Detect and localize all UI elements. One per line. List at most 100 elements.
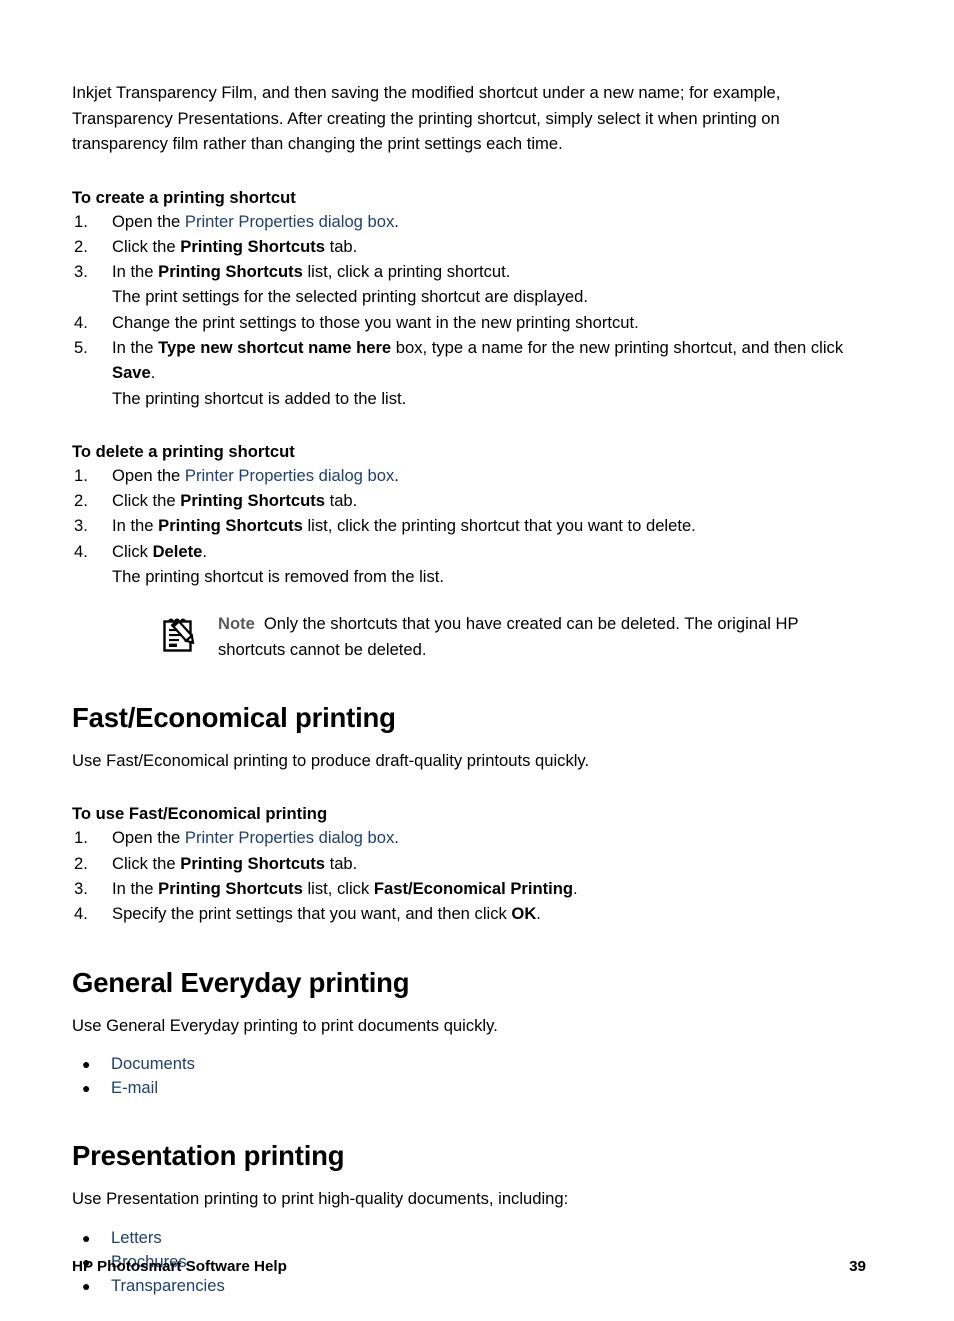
step-text: . [394, 465, 399, 485]
step-text: . [536, 904, 541, 924]
list-item: ● Transparencies [72, 1274, 866, 1298]
step-text: Open the [112, 828, 185, 848]
note-pad-pencil-icon [160, 613, 202, 655]
bold-term: Printing Shortcuts [158, 516, 303, 536]
intro-paragraph: Inkjet Transparency Film, and then savin… [72, 83, 781, 153]
list-item: ● Letters [72, 1226, 866, 1250]
delete-shortcut-heading: To delete a printing shortcut [72, 441, 295, 461]
step-number: 4. [74, 312, 88, 332]
bold-term: Printing Shortcuts [158, 262, 303, 282]
step-text: tab. [324, 236, 358, 256]
step-item: 3. In the Printing Shortcuts list, click … [72, 259, 866, 310]
step-text: Click [112, 541, 153, 561]
step-item: 4. Click Delete. The printing shortcut is … [72, 539, 866, 590]
bold-term: Printing Shortcuts [180, 491, 325, 511]
cross-reference-link[interactable]: Documents [111, 1054, 195, 1073]
step-item: 1. Open the Printer Properties dialog box… [72, 825, 866, 850]
step-item: 3. In the Printing Shortcuts list, click … [72, 513, 866, 538]
cross-reference-link[interactable]: Letters [111, 1228, 162, 1247]
list-item: ● E-mail [72, 1076, 866, 1100]
delete-shortcut-steps: 1. Open the Printer Properties dialog box… [72, 463, 866, 589]
step-text: Change the print settings to those you w… [112, 312, 639, 332]
step-item: 4. Specify the print settings that you wa… [72, 901, 866, 926]
note-text-wrapper: Note Only the shortcuts that you have cre… [218, 611, 866, 662]
cross-reference-link[interactable]: Printer Properties dialog box [185, 466, 394, 485]
general-everyday-intro: Use General Everyday printing to print d… [72, 1015, 498, 1035]
step-item: 2. Click the Printing Shortcuts tab. [72, 851, 866, 876]
step-result-text: The printing shortcut is added to the li… [112, 388, 407, 408]
page-footer: HP Photosmart Software Help 39 [72, 1258, 866, 1275]
footer-title: HP Photosmart Software Help [72, 1258, 287, 1275]
general-everyday-links: ● Documents ● E-mail [72, 1052, 866, 1100]
step-result-text: The printing shortcut is removed from th… [112, 567, 445, 587]
step-text: Click the [112, 853, 181, 873]
step-text: . [150, 363, 156, 383]
step-item: 2. Click the Printing Shortcuts tab. [72, 234, 866, 259]
bullet-icon: ● [82, 1080, 91, 1097]
create-shortcut-steps: 1. Open the Printer Properties dialog box… [72, 209, 866, 411]
step-text: . [394, 828, 399, 848]
note-label: Note [218, 614, 255, 634]
page-content: Inkjet Transparency Film, and then savin… [72, 80, 866, 1298]
fast-economical-steps: 1. Open the Printer Properties dialog box… [72, 825, 866, 926]
cross-reference-link[interactable]: Transparencies [111, 1276, 225, 1295]
bold-term: Type new shortcut name here [158, 337, 392, 357]
step-number: 4. [74, 904, 88, 924]
step-number: 3. [74, 879, 88, 899]
bold-term: Printing Shortcuts [180, 236, 325, 256]
bold-term: Delete [152, 541, 203, 561]
step-number: 1. [74, 211, 88, 231]
step-number: 3. [74, 262, 88, 282]
step-item: 3. In the Printing Shortcuts list, click … [72, 876, 866, 901]
presentation-intro: Use Presentation printing to print high-… [72, 1189, 569, 1209]
step-text: Click the [112, 236, 181, 256]
step-text: In the [112, 516, 159, 536]
bold-term: Fast/Economical Printing [373, 879, 574, 899]
step-text: Specify the print settings that you want… [112, 904, 512, 924]
step-item: 5. In the Type new shortcut name here box… [72, 335, 866, 411]
bullet-icon: ● [82, 1229, 91, 1246]
bold-term: Save [112, 363, 151, 383]
step-text: Open the [112, 465, 185, 485]
bullet-icon: ● [82, 1277, 91, 1294]
step-number: 1. [74, 828, 88, 848]
step-text: tab. [324, 491, 358, 511]
fast-economical-intro: Use Fast/Economical printing to produce … [72, 750, 590, 770]
step-text: In the [112, 879, 159, 899]
step-text: list, click [302, 879, 374, 899]
step-text: Open the [112, 211, 185, 231]
cross-reference-link[interactable]: E-mail [111, 1078, 158, 1097]
step-result-text: The print settings for the selected prin… [112, 287, 588, 307]
list-item: ● Documents [72, 1052, 866, 1076]
step-text: . [202, 541, 207, 561]
step-text: tab. [324, 853, 358, 873]
step-item: 2. Click the Printing Shortcuts tab. [72, 488, 866, 513]
step-number: 4. [74, 541, 88, 561]
bold-term: Printing Shortcuts [180, 853, 325, 873]
step-number: 2. [74, 491, 88, 511]
step-item: 1. Open the Printer Properties dialog box… [72, 463, 866, 488]
step-number: 3. [74, 516, 88, 536]
step-text: . [573, 879, 578, 899]
bullet-icon: ● [82, 1056, 91, 1073]
step-item: 1. Open the Printer Properties dialog box… [72, 209, 866, 234]
fast-economical-subheading: To use Fast/Economical printing [72, 804, 328, 824]
step-number: 5. [74, 337, 88, 357]
document-page: Inkjet Transparency Film, and then savin… [0, 0, 954, 1321]
note-body: Only the shortcuts that you have created… [218, 614, 799, 659]
step-item: 4. Change the print settings to those you… [72, 310, 866, 335]
step-number: 2. [74, 853, 88, 873]
cross-reference-link[interactable]: Printer Properties dialog box [185, 828, 394, 847]
note-callout: Note Only the shortcuts that you have cre… [158, 611, 866, 662]
step-text: list, click a printing shortcut. [302, 262, 511, 282]
step-text: . [394, 211, 399, 231]
step-text: Click the [112, 491, 181, 511]
cross-reference-link[interactable]: Printer Properties dialog box [185, 212, 394, 231]
step-text: box, type a name for the new printing sh… [391, 337, 844, 357]
step-number: 1. [74, 465, 88, 485]
page-number: 39 [849, 1258, 866, 1275]
step-text: In the [112, 262, 159, 282]
fast-economical-heading: Fast/Economical printing [72, 701, 396, 733]
step-text: list, click the printing shortcut that y… [302, 516, 696, 536]
bold-term: Printing Shortcuts [158, 879, 303, 899]
